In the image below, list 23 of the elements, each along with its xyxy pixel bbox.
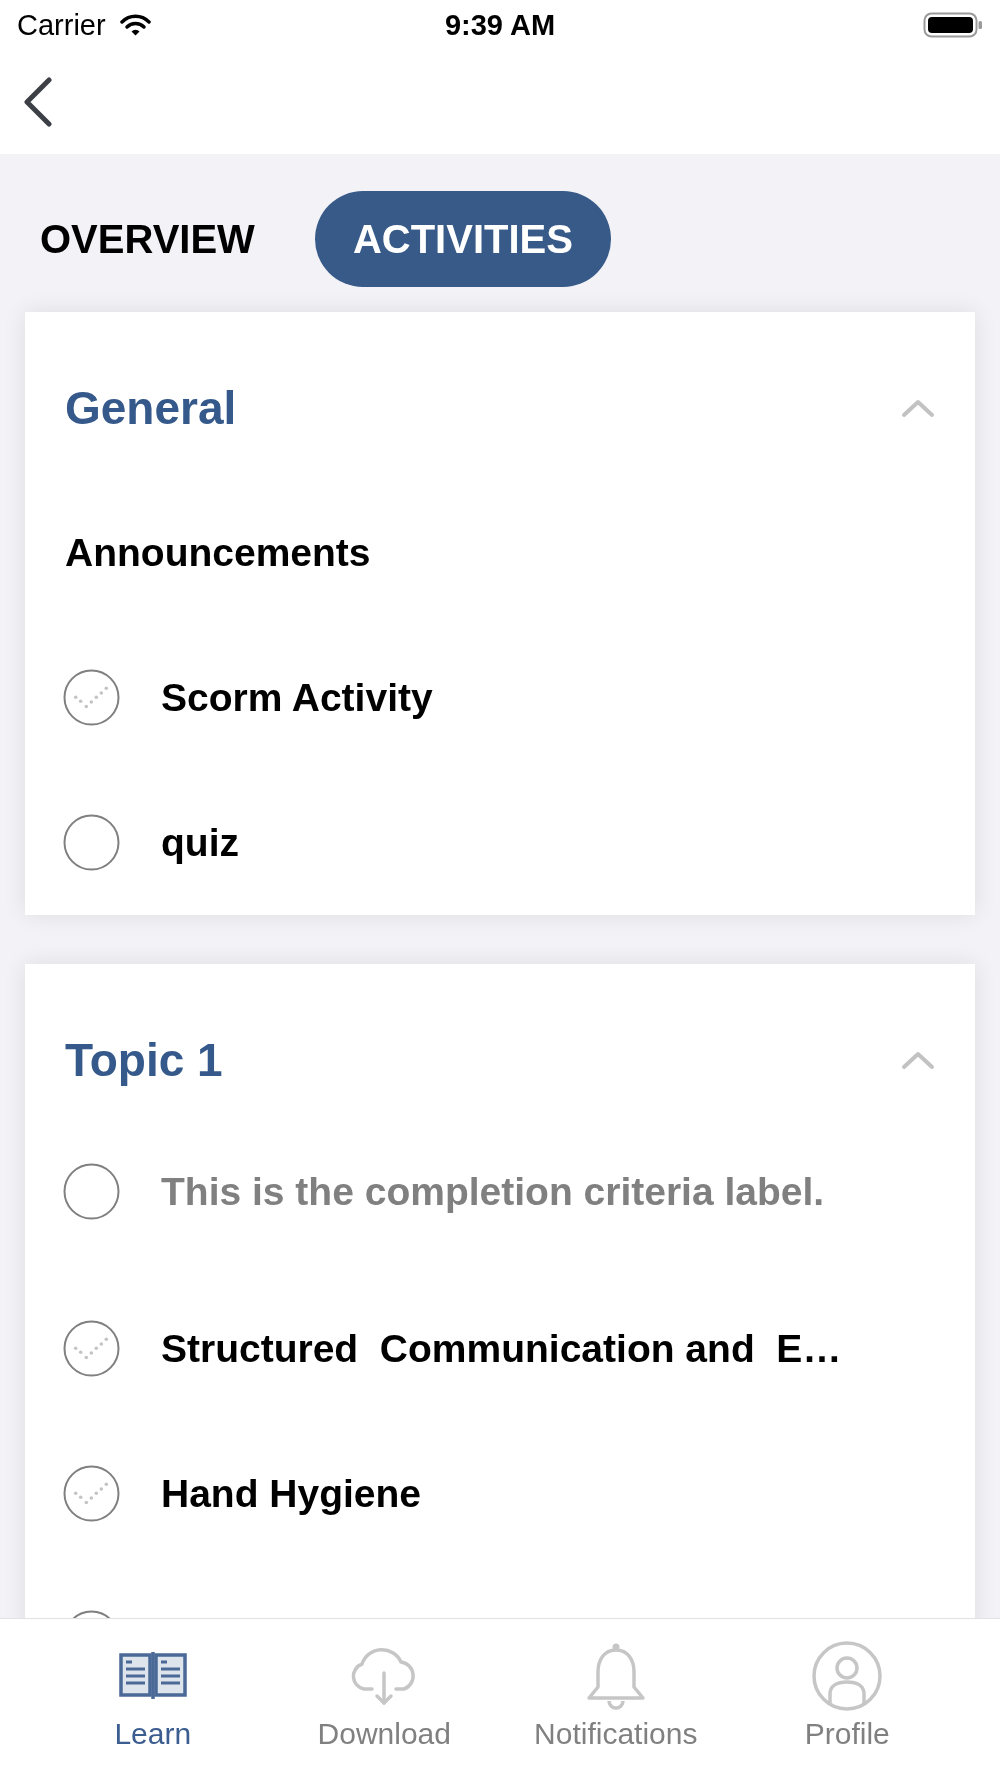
battery-icon <box>923 12 983 38</box>
chevron-up-icon[interactable] <box>901 1049 935 1071</box>
nav-tab[interactable]: Learn <box>37 1619 269 1778</box>
person-circle-icon <box>812 1641 883 1711</box>
wifi-icon <box>119 14 151 36</box>
activity-item[interactable]: quiz <box>63 814 239 871</box>
carrier-name: Carrier <box>17 10 106 40</box>
tab[interactable]: ACTIVITIES <box>314 191 611 287</box>
status-time: 9:39 AM <box>444 10 556 40</box>
nav-tab[interactable]: Profile <box>731 1619 963 1778</box>
book-icon <box>117 1650 188 1702</box>
activity-link[interactable]: Announcements <box>65 533 371 572</box>
nav-tab[interactable]: Notifications <box>500 1619 732 1778</box>
bell-icon <box>584 1642 647 1710</box>
nav-tab[interactable]: Download <box>268 1619 500 1778</box>
chevron-up-icon[interactable] <box>901 397 935 419</box>
back-icon[interactable] <box>23 77 53 127</box>
completion-criteria-text: This is the completion criteria label. <box>161 1172 825 1211</box>
tab[interactable]: OVERVIEW <box>2 191 293 287</box>
section-title: General <box>65 385 237 431</box>
activity-item[interactable]: Hand Hygiene <box>63 1465 422 1522</box>
activity-item[interactable]: Scorm Activity <box>63 669 433 726</box>
activity-item[interactable]: Structured Communication and E… <box>63 1320 842 1377</box>
